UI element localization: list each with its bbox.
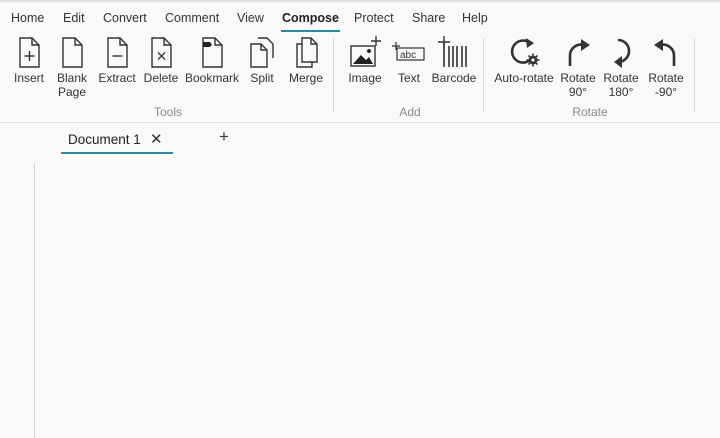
blank-page-label-line2: Page bbox=[57, 85, 87, 99]
insert-page-icon bbox=[19, 37, 40, 68]
rotate-counterclockwise-icon bbox=[654, 39, 676, 66]
auto-rotate-icon bbox=[510, 38, 540, 67]
rotate-180-icon bbox=[614, 38, 631, 68]
tools-group-label: Tools bbox=[153, 105, 182, 119]
blank-page-button[interactable]: Blank Page bbox=[53, 34, 91, 98]
barcode-button[interactable]: Barcode bbox=[431, 34, 477, 84]
text-add-icon: abc bbox=[392, 42, 425, 61]
rotate-clockwise-icon bbox=[568, 39, 590, 66]
ribbon-separator bbox=[694, 38, 695, 112]
ribbon-separator bbox=[333, 38, 334, 112]
delete-button[interactable]: Delete bbox=[142, 34, 180, 84]
extract-button[interactable]: Extract bbox=[97, 34, 137, 84]
rotate-180-label-line1: Rotate bbox=[603, 71, 639, 85]
ribbon-separator bbox=[483, 38, 484, 112]
extract-label: Extract bbox=[98, 71, 136, 85]
rotate-90-label-line1: Rotate bbox=[560, 71, 596, 85]
menu-share[interactable]: Share bbox=[412, 11, 445, 25]
rotate-180-label-line2: 180° bbox=[608, 85, 634, 99]
merge-label: Merge bbox=[288, 71, 323, 85]
document-tab-bar: Document 1 ✕ + bbox=[0, 123, 720, 155]
menu-home[interactable]: Home bbox=[11, 11, 44, 25]
add-group-label: Add bbox=[399, 105, 421, 119]
split-button[interactable]: Split bbox=[245, 34, 279, 84]
menu-edit[interactable]: Edit bbox=[63, 11, 85, 25]
menu-view[interactable]: View bbox=[237, 11, 264, 25]
barcode-icon bbox=[438, 36, 467, 67]
close-icon[interactable]: ✕ bbox=[150, 130, 163, 148]
insert-label: Insert bbox=[13, 71, 44, 85]
split-label: Split bbox=[250, 71, 274, 85]
ribbon: Insert Blank Page Extract Delete Bookmar… bbox=[0, 32, 720, 123]
delete-label: Delete bbox=[143, 71, 179, 85]
menu-bar: Home Edit Convert Comment View Compose P… bbox=[0, 6, 720, 32]
rotate-group-label: Rotate bbox=[572, 105, 608, 119]
rotate-180-button[interactable]: Rotate 180° bbox=[602, 34, 640, 98]
extract-page-icon bbox=[107, 37, 128, 68]
document-tab-label: Document 1 bbox=[68, 132, 141, 147]
text-icon-glyph: abc bbox=[400, 50, 416, 61]
rotate-90-button[interactable]: Rotate 90° bbox=[559, 34, 597, 98]
bookmark-button[interactable]: Bookmark bbox=[184, 34, 240, 84]
document-workspace[interactable] bbox=[0, 155, 720, 438]
menu-compose[interactable]: Compose bbox=[281, 11, 340, 32]
barcode-label: Barcode bbox=[431, 71, 477, 85]
rotate-90-label-line2: 90° bbox=[568, 85, 588, 99]
rotate-neg90-label-line2: -90° bbox=[654, 85, 678, 99]
split-icon bbox=[250, 37, 274, 68]
auto-rotate-button[interactable]: Auto-rotate bbox=[491, 34, 557, 84]
merge-button[interactable]: Merge bbox=[286, 34, 326, 84]
text-button[interactable]: abc Text bbox=[391, 34, 427, 84]
menu-protect[interactable]: Protect bbox=[354, 11, 394, 25]
auto-rotate-label: Auto-rotate bbox=[494, 71, 554, 85]
image-label: Image bbox=[348, 71, 382, 85]
menu-help[interactable]: Help bbox=[462, 11, 488, 25]
image-button[interactable]: Image bbox=[345, 34, 385, 84]
merge-icon bbox=[296, 37, 318, 68]
page-margin-line bbox=[34, 163, 35, 438]
add-tab-icon[interactable]: + bbox=[219, 127, 229, 147]
text-label: Text bbox=[397, 71, 420, 85]
menu-convert[interactable]: Convert bbox=[103, 11, 147, 25]
rotate-neg90-button[interactable]: Rotate -90° bbox=[646, 34, 686, 98]
bookmark-icon bbox=[202, 37, 223, 68]
delete-page-icon bbox=[151, 37, 172, 68]
bookmark-label: Bookmark bbox=[184, 71, 240, 85]
menu-comment[interactable]: Comment bbox=[165, 11, 219, 25]
blank-page-icon bbox=[62, 37, 83, 68]
window-top-edge bbox=[0, 0, 720, 3]
rotate-neg90-label-line1: Rotate bbox=[648, 71, 684, 85]
blank-page-label-line1: Blank bbox=[56, 71, 88, 85]
insert-button[interactable]: Insert bbox=[10, 34, 48, 84]
image-add-icon bbox=[350, 36, 381, 67]
tab-document-1[interactable]: Document 1 ✕ bbox=[61, 127, 173, 154]
